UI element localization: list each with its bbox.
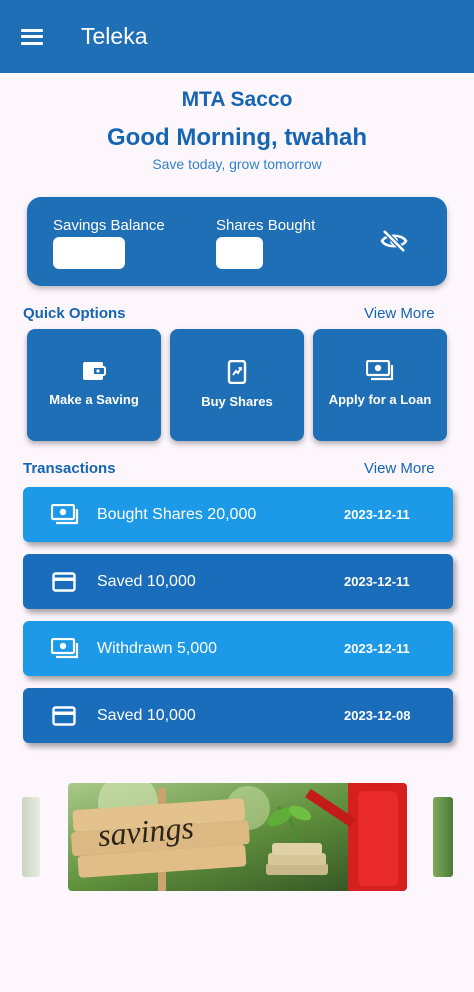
savings-balance-label: Savings Balance bbox=[53, 217, 165, 234]
org-name: MTA Sacco bbox=[181, 88, 293, 111]
app-bar: Teleka bbox=[0, 0, 474, 73]
buy-shares-button[interactable]: Buy Shares bbox=[170, 329, 304, 441]
phone-trend-icon bbox=[227, 360, 247, 384]
shares-bought-label: Shares Bought bbox=[216, 217, 316, 234]
tagline: Save today, grow tomorrow bbox=[152, 156, 322, 172]
greeting: Good Morning, twahah bbox=[107, 124, 367, 151]
qo-label: Apply for a Loan bbox=[328, 392, 432, 407]
wallet-icon bbox=[83, 362, 106, 380]
balance-card: Savings Balance Shares Bought bbox=[27, 197, 447, 286]
money-icon bbox=[51, 503, 79, 524]
qo-label: Make a Saving bbox=[49, 392, 139, 407]
carousel-next-image[interactable] bbox=[433, 797, 453, 877]
transaction-description: Saved 10,000 bbox=[97, 706, 196, 724]
card-icon bbox=[52, 705, 76, 726]
quick-options-view-more[interactable]: View More bbox=[364, 305, 435, 322]
transaction-date: 2023-12-08 bbox=[344, 708, 411, 723]
savings-banner-graphic: savings bbox=[68, 783, 407, 891]
transaction-description: Withdrawn 5,000 bbox=[97, 639, 218, 657]
money-icon bbox=[366, 360, 394, 381]
app-title: Teleka bbox=[81, 23, 148, 49]
quick-options-title: Quick Options bbox=[23, 305, 126, 322]
transaction-description: Bought Shares 20,000 bbox=[97, 505, 257, 523]
card-icon bbox=[52, 571, 76, 592]
transaction-row[interactable]: Withdrawn 5,000 2023-12-11 bbox=[23, 621, 453, 676]
eye-off-icon[interactable] bbox=[380, 229, 408, 253]
transaction-date: 2023-12-11 bbox=[344, 574, 410, 589]
transaction-date: 2023-12-11 bbox=[344, 507, 410, 522]
make-saving-button[interactable]: Make a Saving bbox=[27, 329, 161, 441]
qo-label: Buy Shares bbox=[201, 394, 273, 409]
savings-balance-value bbox=[53, 237, 125, 269]
menu-icon[interactable] bbox=[21, 28, 43, 45]
transactions-title: Transactions bbox=[23, 460, 116, 477]
money-icon bbox=[51, 637, 79, 658]
transaction-row[interactable]: Bought Shares 20,000 2023-12-11 bbox=[23, 487, 453, 542]
carousel-prev-image[interactable] bbox=[22, 797, 40, 877]
transaction-description: Saved 10,000 bbox=[97, 572, 196, 590]
transaction-row[interactable]: Saved 10,000 2023-12-08 bbox=[23, 688, 453, 743]
savings-banner-image[interactable]: savings bbox=[68, 783, 407, 891]
transaction-date: 2023-12-11 bbox=[344, 641, 410, 656]
apply-loan-button[interactable]: Apply for a Loan bbox=[313, 329, 447, 441]
transaction-row[interactable]: Saved 10,000 2023-12-11 bbox=[23, 554, 453, 609]
shares-bought-value bbox=[216, 237, 263, 269]
transactions-view-more[interactable]: View More bbox=[364, 460, 435, 477]
